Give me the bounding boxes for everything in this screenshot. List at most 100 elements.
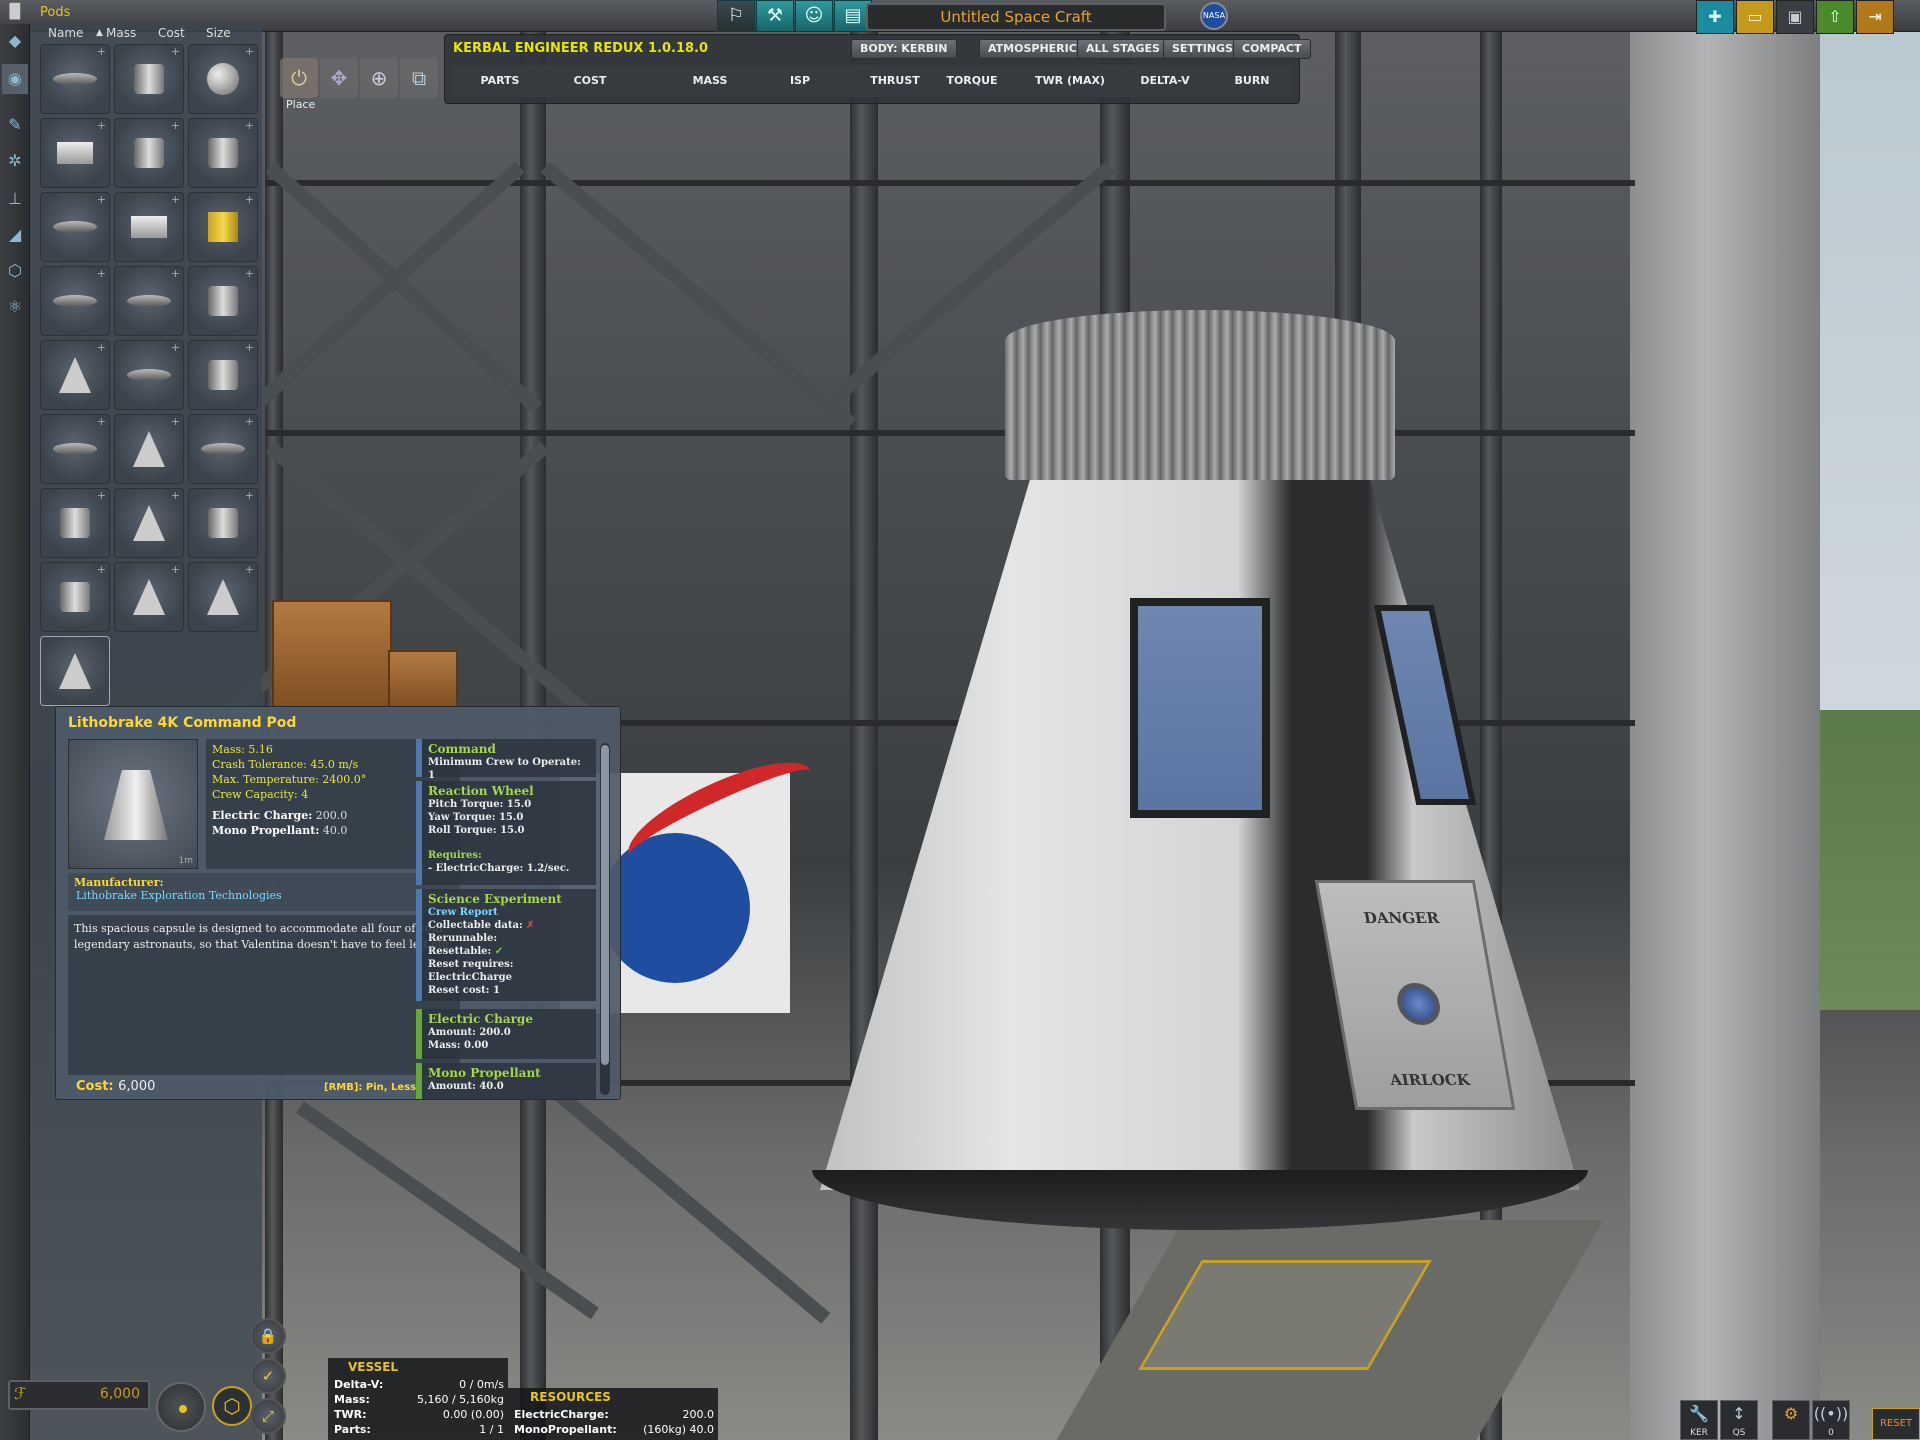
- cross-brace: [265, 161, 543, 414]
- add-part-icon: +: [170, 193, 180, 206]
- exit-icon[interactable]: ⇥: [1856, 0, 1894, 34]
- quicksave-button[interactable]: ↕ QS: [1720, 1400, 1758, 1440]
- add-part-icon: +: [96, 45, 106, 58]
- vessel-row: Mass: 5,160 / 5,160kg: [334, 1393, 504, 1406]
- part-model-icon: [208, 508, 238, 538]
- aero-category-icon[interactable]: ◢: [2, 220, 28, 250]
- sky: [1820, 0, 1920, 720]
- ker-col-isp: ISP: [789, 74, 811, 87]
- control-category-icon[interactable]: ✲: [2, 146, 28, 176]
- part-slot[interactable]: +: [114, 488, 184, 558]
- vab-tower-column: [1630, 0, 1820, 1440]
- rotate-tool-icon[interactable]: ⊕: [360, 58, 398, 98]
- angle-snap-icon[interactable]: ⤢: [250, 1398, 286, 1434]
- part-slot[interactable]: +: [40, 562, 110, 632]
- craft-name-field[interactable]: Untitled Space Craft: [866, 3, 1166, 31]
- part-slot[interactable]: +: [114, 192, 184, 262]
- vab-editor-icon[interactable]: ⚐: [717, 0, 755, 32]
- sort-by-cost[interactable]: Cost: [158, 26, 185, 40]
- part-slot[interactable]: +: [40, 192, 110, 262]
- snap-icon[interactable]: ✓: [250, 1358, 286, 1394]
- actions-editor-icon[interactable]: ⚒: [756, 0, 794, 32]
- pods-category-icon[interactable]: ◆: [2, 26, 28, 56]
- part-slot[interactable]: +: [188, 562, 258, 632]
- part-modules-list[interactable]: Command Minimum Crew to Operate: 1 React…: [416, 739, 596, 1099]
- add-part-icon: +: [96, 415, 106, 428]
- fuel-category-icon[interactable]: ◉: [2, 64, 28, 94]
- part-slot[interactable]: +: [114, 266, 184, 336]
- add-part-icon: +: [170, 415, 180, 428]
- ker-compact-button[interactable]: COMPACT: [1233, 39, 1311, 59]
- ker-col-burn: BURN: [1234, 74, 1270, 87]
- ker-body-button[interactable]: BODY: KERBIN: [851, 39, 957, 59]
- part-slot[interactable]: +: [114, 414, 184, 484]
- sort-by-mass[interactable]: Mass: [106, 26, 136, 40]
- part-slot[interactable]: +: [40, 414, 110, 484]
- new-craft-icon[interactable]: ✚: [1696, 0, 1734, 34]
- agency-flag-icon[interactable]: NASA: [1200, 2, 1228, 30]
- part-slot[interactable]: +: [188, 192, 258, 262]
- part-model-icon: [201, 443, 245, 455]
- launch-icon[interactable]: ⇧: [1816, 0, 1854, 34]
- ker-atmospheric-button[interactable]: ATMOSPHERIC: [979, 39, 1086, 59]
- part-slot[interactable]: +: [40, 118, 110, 188]
- part-slot[interactable]: +: [40, 488, 110, 558]
- crew-editor-icon[interactable]: ☺: [795, 0, 833, 32]
- cross-brace: [247, 161, 525, 414]
- category-title: Pods: [40, 5, 71, 20]
- part-slot[interactable]: +: [188, 414, 258, 484]
- part-model-icon: [134, 138, 164, 168]
- part-model-icon: [134, 64, 164, 94]
- menu-grip-icon[interactable]: ▐▌: [4, 4, 26, 24]
- utility-category-icon[interactable]: ⬡: [2, 256, 28, 286]
- reset-button[interactable]: RESET: [1872, 1408, 1920, 1440]
- center-of-mass-button[interactable]: [156, 1382, 206, 1432]
- lock-icon[interactable]: 🔒: [250, 1318, 286, 1354]
- part-slot[interactable]: +: [114, 562, 184, 632]
- ker-col-mass: MASS: [692, 74, 728, 87]
- antenna-button[interactable]: ((•)) 0: [1812, 1400, 1850, 1440]
- part-slot[interactable]: +: [188, 340, 258, 410]
- science-category-icon[interactable]: ⚛: [2, 292, 28, 322]
- part-slot[interactable]: +: [188, 44, 258, 114]
- sort-arrow-icon: ▲: [96, 28, 103, 38]
- command-pod-model[interactable]: DANGER AIRLOCK: [812, 310, 1588, 1230]
- part-slot[interactable]: +: [40, 44, 110, 114]
- vessel-row: Parts: 1 / 1: [334, 1423, 504, 1436]
- part-slot[interactable]: +: [40, 340, 110, 410]
- engines-category-icon[interactable]: ✎: [2, 110, 28, 140]
- place-tool-icon[interactable]: ⏻: [280, 58, 318, 98]
- ker-toggle-button[interactable]: 🔧 KER: [1680, 1400, 1718, 1440]
- sort-by-size[interactable]: Size: [206, 26, 231, 40]
- part-slot[interactable]: [40, 636, 110, 706]
- funds-value: 6,000: [99, 1386, 140, 1402]
- add-part-icon: +: [170, 563, 180, 576]
- add-part-icon: +: [170, 267, 180, 280]
- ker-all-stages-button[interactable]: ALL STAGES: [1077, 39, 1169, 59]
- offset-tool-icon[interactable]: ✥: [320, 58, 358, 98]
- load-craft-icon[interactable]: ▭: [1736, 0, 1774, 34]
- part-slot[interactable]: +: [114, 340, 184, 410]
- part-scale: 1m: [178, 856, 194, 866]
- part-slot[interactable]: +: [40, 266, 110, 336]
- manufacturer-name: Lithobrake Exploration Technologies: [76, 889, 282, 902]
- sort-by-name[interactable]: Name: [48, 26, 83, 40]
- save-craft-icon[interactable]: ▣: [1776, 0, 1814, 34]
- add-part-icon: +: [244, 489, 254, 502]
- ker-settings-button[interactable]: SETTINGS: [1163, 39, 1242, 59]
- part-slot[interactable]: +: [188, 266, 258, 336]
- symmetry-icon[interactable]: ⬡: [212, 1386, 252, 1426]
- root-tool-icon[interactable]: ⧉: [400, 58, 438, 98]
- modules-scrollbar[interactable]: [600, 743, 610, 1095]
- module-mono-propellant: Mono Propellant Amount: 40.0: [416, 1063, 596, 1099]
- structural-category-icon[interactable]: ⊥: [2, 184, 28, 214]
- top-toolbar: ▐▌ Pods ⚐ ⚒ ☺ ▤ Untitled Space Craft NAS…: [0, 0, 1920, 34]
- vessel-row: TWR: 0.00 (0.00): [334, 1408, 504, 1421]
- part-slot[interactable]: +: [114, 44, 184, 114]
- ker-col-cost: COST: [573, 74, 607, 87]
- part-model-icon: [208, 212, 238, 242]
- part-slot[interactable]: +: [188, 118, 258, 188]
- part-slot[interactable]: +: [114, 118, 184, 188]
- settings-gear-icon[interactable]: ⚙: [1772, 1400, 1810, 1440]
- part-slot[interactable]: +: [188, 488, 258, 558]
